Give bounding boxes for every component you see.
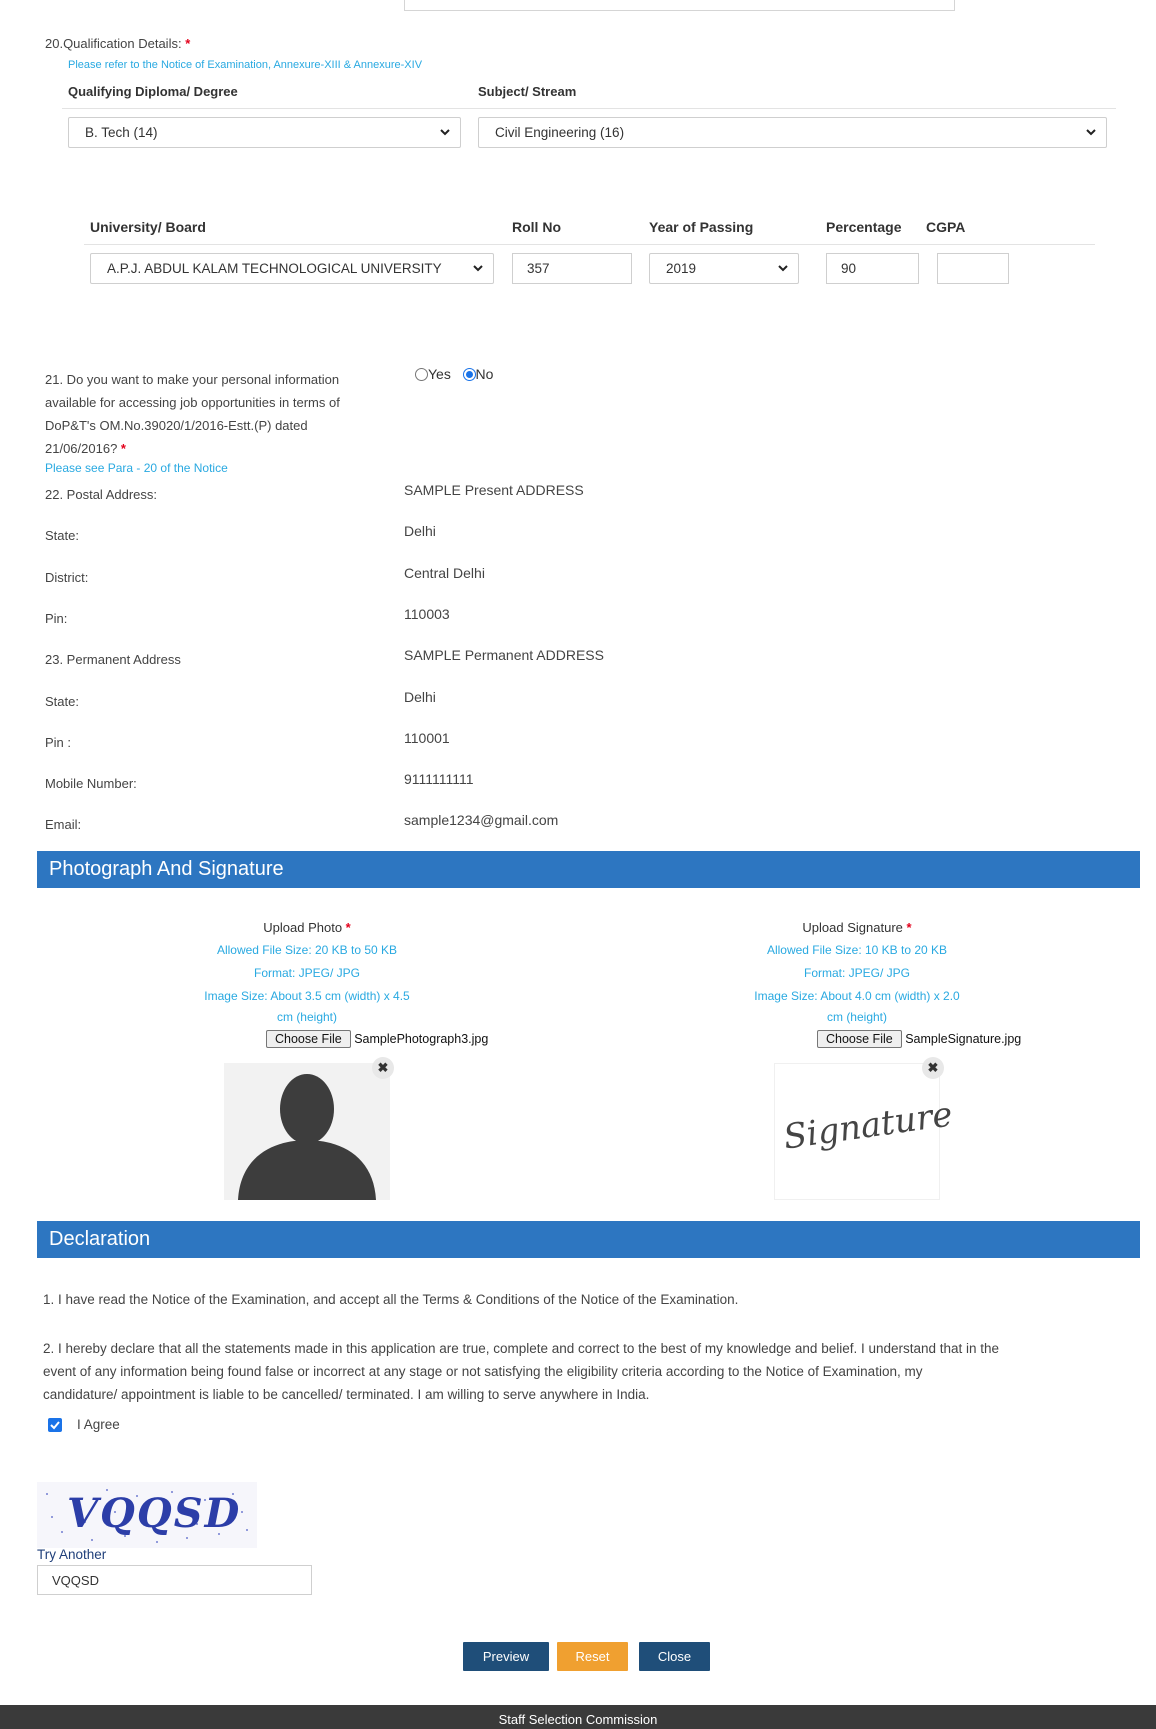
try-another-link[interactable]: Try Another [37,1547,106,1562]
footer: Staff Selection Commission [0,1705,1156,1729]
subject-select[interactable]: Civil Engineering (16) [478,117,1107,148]
remove-photo-icon[interactable]: ✖ [372,1057,394,1079]
chevron-down-icon [1086,129,1096,136]
close-button[interactable]: Close [639,1642,710,1671]
captcha-input[interactable]: VQQSD [37,1565,312,1595]
detail-label: State: [45,528,79,543]
q20-note: Please refer to the Notice of Examinatio… [68,59,423,71]
col-cgpa-header: CGPA [926,219,966,235]
chevron-down-icon [778,265,788,272]
col-degree-header: Qualifying Diploma/ Degree [68,84,238,99]
photo-file-input[interactable]: Choose File SamplePhotograph3.jpg [266,1030,488,1048]
roll-no-input[interactable]: 357 [512,253,632,284]
col-roll-header: Roll No [512,219,561,235]
detail-label: State: [45,694,79,709]
signature-dims-note: Image Size: About 4.0 cm (width) x 2.0 [754,989,960,1003]
radio-yes-label: Yes [428,366,451,382]
remove-signature-icon[interactable]: ✖ [922,1057,944,1079]
year-select[interactable]: 2019 [649,253,799,284]
signature-dims-note-2: cm (height) [826,1010,888,1024]
photo-filename: SamplePhotograph3.jpg [354,1032,489,1046]
reset-button[interactable]: Reset [557,1642,628,1671]
captcha-text: VQQSD [67,1490,242,1537]
q20-label: 20.Qualification Details: * [45,36,191,51]
detail-label: Mobile Number: [45,776,137,791]
agree-label: I Agree [77,1417,120,1432]
agree-checkbox[interactable] [48,1418,62,1432]
header-divider [84,244,1095,245]
detail-value: 9111111111 [404,771,474,787]
detail-value: SAMPLE Present ADDRESS [404,482,584,498]
signature-title: Upload Signature [802,920,903,935]
detail-value: Central Delhi [404,565,485,581]
previous-field-input[interactable] [404,0,955,11]
signature-file-input[interactable]: Choose File SampleSignature.jpg [817,1030,1021,1048]
signature-upload-block: Upload Signature * Allowed File Size: 10… [707,916,1007,1027]
photo-size-note: Allowed File Size: 20 KB to 50 KB [216,943,398,957]
captcha-image: VQQSD [37,1482,257,1548]
signature-size-note: Allowed File Size: 10 KB to 20 KB [766,943,948,957]
percentage-input[interactable]: 90 [826,253,919,284]
col-university-header: University/ Board [90,219,206,235]
choose-file-button[interactable]: Choose File [266,1030,351,1048]
detail-value: Delhi [404,689,436,705]
check-icon [50,1421,60,1430]
degree-select[interactable]: B. Tech (14) [68,117,461,148]
section-declaration: Declaration [37,1221,1140,1258]
preview-button[interactable]: Preview [463,1642,549,1671]
photo-format-note: Format: JPEG/ JPG [253,966,361,980]
photo-dims-note: Image Size: About 3.5 cm (width) x 4.5 [204,989,410,1003]
chevron-down-icon [440,129,450,136]
detail-label: 23. Permanent Address [45,652,181,667]
detail-label: District: [45,570,89,585]
signature-format-note: Format: JPEG/ JPG [803,966,911,980]
photo-dims-note-2: cm (height) [276,1010,338,1024]
cgpa-input[interactable] [937,253,1009,284]
header-divider [62,108,1116,109]
detail-label: Pin: [45,611,68,626]
choose-file-button[interactable]: Choose File [817,1030,902,1048]
radio-no-label: No [475,366,494,382]
footer-text: Staff Selection Commission [498,1712,658,1727]
photo-preview [224,1063,390,1200]
detail-value: Delhi [404,523,436,539]
chevron-down-icon [472,262,484,274]
col-subject-header: Subject/ Stream [478,84,577,99]
photo-title: Upload Photo [263,920,343,935]
university-select[interactable]: A.P.J. ABDUL KALAM TECHNOLOGICAL UNIVERS… [90,253,494,284]
detail-label: Email: [45,817,82,832]
detail-value: SAMPLE Permanent ADDRESS [404,647,604,663]
col-year-header: Year of Passing [649,219,754,235]
detail-value: 110001 [404,730,450,746]
radio-yes[interactable] [415,368,428,381]
detail-label: 22. Postal Address: [45,487,158,502]
q21-question: 21. Do you want to make your personal in… [45,372,340,456]
signature-filename: SampleSignature.jpg [905,1032,1022,1046]
q21-radio-group: Yes No [415,366,493,382]
photo-upload-block: Upload Photo * Allowed File Size: 20 KB … [157,916,457,1027]
signature-image-text: Signature [781,1094,956,1158]
q21-note: Please see Para - 20 of the Notice [45,461,228,475]
col-percentage-header: Percentage [826,219,902,235]
signature-preview: Signature [774,1063,955,1200]
detail-value: 110003 [404,606,450,622]
declaration-item-2: 2. I hereby declare that all the stateme… [43,1341,1000,1402]
detail-label: Pin : [45,735,72,750]
person-silhouette-icon [238,1074,376,1200]
radio-no[interactable] [462,368,476,381]
section-photo-signature: Photograph And Signature [37,851,1140,888]
detail-value: sample1234@gmail.com [404,812,559,828]
declaration-item-1: 1. I have read the Notice of the Examina… [43,1292,739,1307]
